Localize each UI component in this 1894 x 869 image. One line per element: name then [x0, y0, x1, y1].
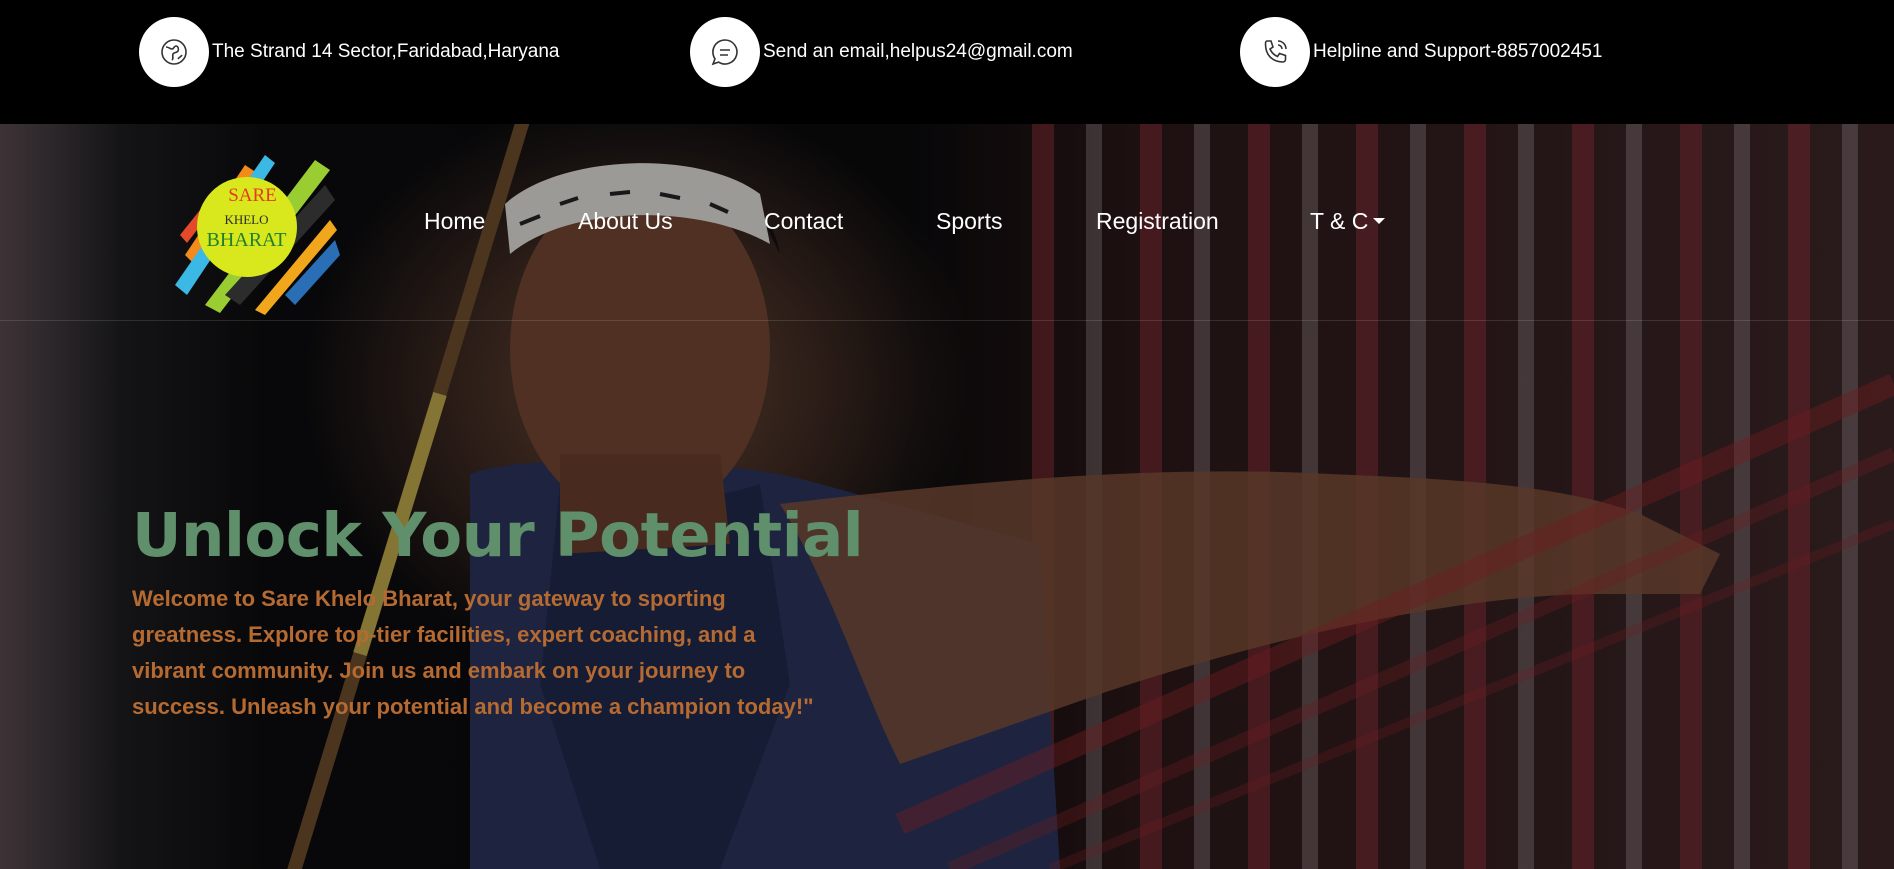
logo-text-sare: SARE — [228, 185, 277, 206]
address-text: The Strand 14 Sector,Faridabad,Haryana — [212, 41, 560, 62]
message-icon — [690, 17, 760, 87]
email-contact[interactable]: Send an email,helpus24@gmail.com — [690, 17, 1073, 87]
nav-terms-label: T & C — [1310, 208, 1369, 234]
nav-about-us[interactable]: About Us — [578, 208, 673, 235]
nav-divider — [0, 320, 1894, 321]
email-text[interactable]: Send an email,helpus24@gmail.com — [763, 41, 1073, 63]
phone-icon — [1240, 17, 1310, 87]
caret-down-icon — [1373, 218, 1386, 224]
nav-home[interactable]: Home — [424, 208, 485, 235]
phone-text[interactable]: Helpline and Support-8857002451 — [1313, 41, 1602, 63]
hero-headline: Unlock Your Potential — [132, 500, 864, 571]
address-contact: The Strand 14 Sector,Faridabad,Haryana — [139, 17, 559, 87]
nav-contact[interactable]: Contact — [764, 208, 843, 235]
nav-terms-dropdown[interactable]: T & C — [1310, 208, 1386, 235]
nav-sports[interactable]: Sports — [936, 208, 1002, 235]
site-logo[interactable]: SARE KHELO BHARAT — [165, 145, 340, 315]
hero-paragraph: Welcome to Sare Khelo Bharat, your gatew… — [132, 586, 814, 719]
phone-contact[interactable]: Helpline and Support-8857002451 — [1240, 17, 1602, 87]
nav-registration[interactable]: Registration — [1096, 208, 1219, 235]
logo-text-bharat: BHARAT — [206, 229, 287, 251]
logo-text-khelo: KHELO — [224, 212, 269, 227]
contact-bar: The Strand 14 Sector,Faridabad,Haryana S… — [0, 0, 1894, 124]
globe-icon — [139, 17, 209, 87]
